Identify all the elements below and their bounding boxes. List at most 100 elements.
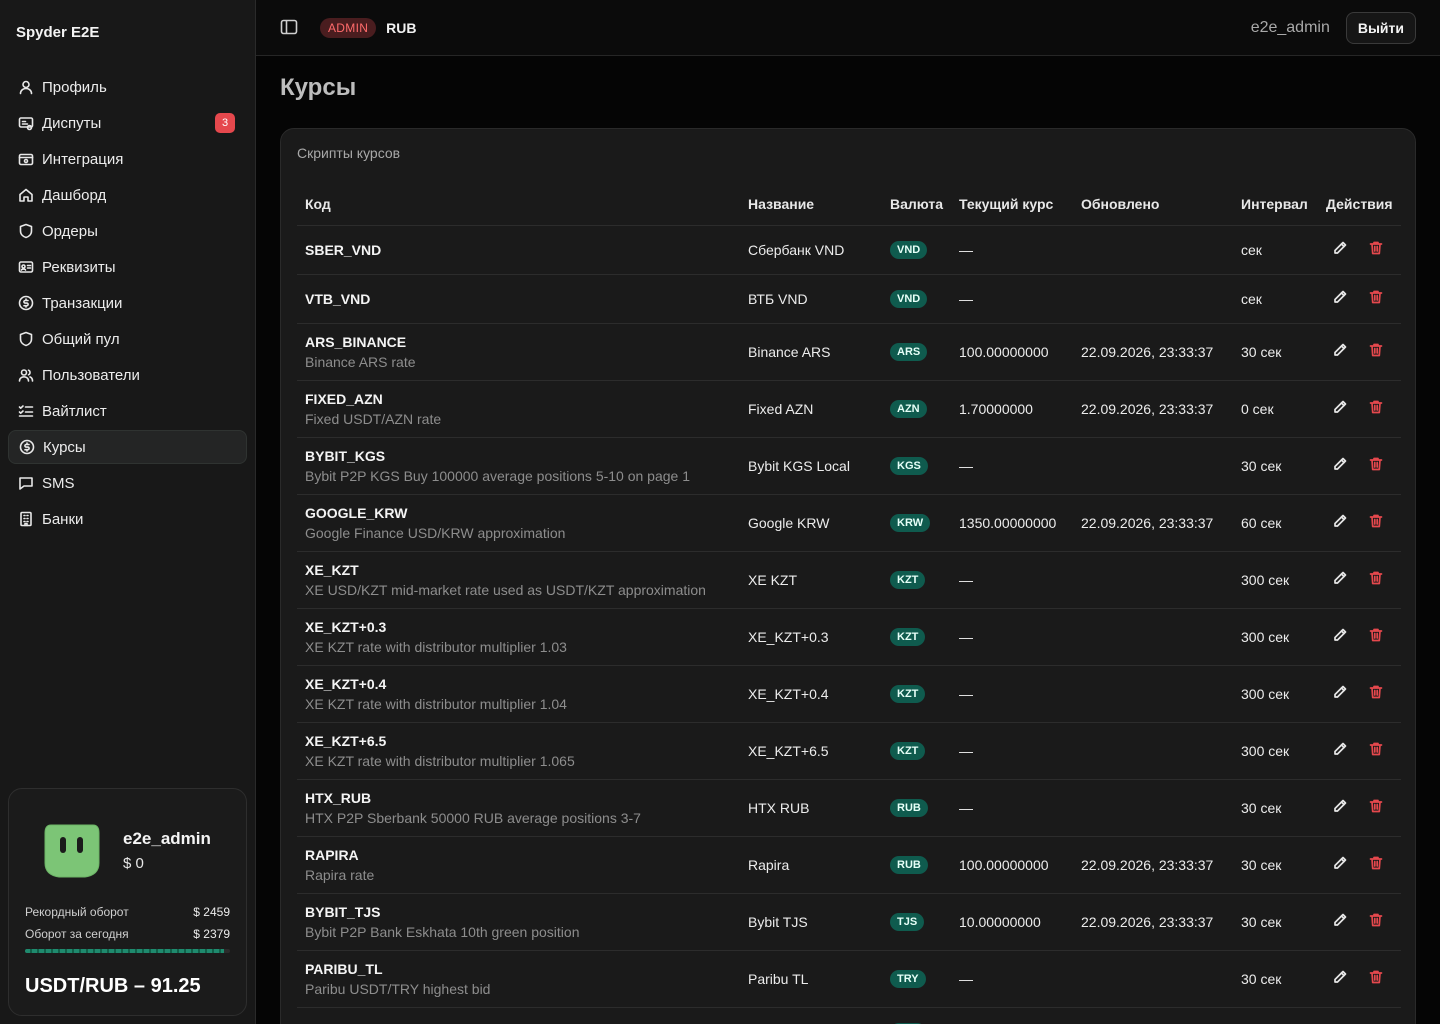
sidebar-item-1[interactable]: Диспуты 3 bbox=[8, 106, 247, 140]
home-icon bbox=[18, 187, 42, 203]
updated-at-cell: 22.09.2026, 23:33:37 bbox=[1073, 836, 1233, 894]
currency-badge: RUB bbox=[890, 799, 928, 817]
edit-icon[interactable] bbox=[1332, 342, 1348, 361]
record-turnover: Рекордный оборот $ 2459 bbox=[25, 905, 230, 919]
table-row[interactable]: SBER_VND Сбербанк VND VND — сек bbox=[297, 225, 1401, 275]
delete-icon[interactable] bbox=[1368, 969, 1384, 988]
table-row[interactable]: PARIBU_TL3 TRY bbox=[297, 1007, 1401, 1024]
delete-icon[interactable] bbox=[1368, 570, 1384, 589]
sidebar-item-9[interactable]: Вайтлист bbox=[8, 394, 247, 428]
edit-icon[interactable] bbox=[1332, 570, 1348, 589]
sidebar-item-0[interactable]: Профиль bbox=[8, 70, 247, 104]
current-rate-cell bbox=[951, 1007, 1073, 1024]
delete-icon[interactable] bbox=[1368, 912, 1384, 931]
delete-icon[interactable] bbox=[1368, 456, 1384, 475]
card-title: Скрипты курсов bbox=[297, 145, 401, 161]
sidebar-item-11[interactable]: SMS bbox=[8, 466, 247, 500]
table-row[interactable]: RAPIRA Rapira rate Rapira RUB 100.00000000 22… bbox=[297, 836, 1401, 894]
interval: 30 сек bbox=[1241, 913, 1282, 930]
table-row[interactable]: XE_KZT+0.3 XE KZT rate with distributor m… bbox=[297, 608, 1401, 666]
sidebar-item-4[interactable]: Ордеры bbox=[8, 214, 247, 248]
actions-cell bbox=[1318, 950, 1401, 1008]
delete-icon[interactable] bbox=[1368, 342, 1384, 361]
current-rate: — bbox=[959, 742, 973, 759]
script-name: Bybit KGS Local bbox=[748, 457, 850, 474]
current-rate: 1350.00000000 bbox=[959, 514, 1057, 531]
current-rate-cell: — bbox=[951, 722, 1073, 780]
table-row[interactable]: ARS_BINANCE Binance ARS rate Binance ARS AR… bbox=[297, 323, 1401, 381]
currency-badge-cell: KGS bbox=[882, 437, 951, 495]
rate-scripts-table: Код Название Валюта Текущий курс Обновлено Ин… bbox=[297, 183, 1401, 1024]
table-row[interactable]: BYBIT_TJS Bybit P2P Bank Eskhata 10th gre… bbox=[297, 893, 1401, 951]
delete-icon[interactable] bbox=[1368, 741, 1384, 760]
sidebar-item-10[interactable]: Курсы bbox=[8, 430, 247, 464]
edit-icon[interactable] bbox=[1332, 627, 1348, 646]
table-row[interactable]: PARIBU_TL Paribu USDT/TRY highest bid Pari… bbox=[297, 950, 1401, 1008]
script-code: BYBIT_KGS bbox=[305, 447, 386, 464]
delete-icon[interactable] bbox=[1368, 627, 1384, 646]
code-cell: BYBIT_KGS Bybit P2P KGS Buy 100000 averag… bbox=[297, 437, 740, 495]
edit-icon[interactable] bbox=[1332, 240, 1348, 259]
sidebar-item-5[interactable]: Реквизиты bbox=[8, 250, 247, 284]
table-row[interactable]: HTX_RUB HTX P2P Sberbank 50000 RUB averag… bbox=[297, 779, 1401, 837]
sidebar-item-label: Пользователи bbox=[42, 366, 140, 384]
updated-at-cell bbox=[1073, 779, 1233, 837]
table-row[interactable]: XE_KZT+0.4 XE KZT rate with distributor m… bbox=[297, 665, 1401, 723]
script-code: XE_KZT+0.4 bbox=[305, 675, 387, 692]
edit-icon[interactable] bbox=[1332, 684, 1348, 703]
interval: 300 сек bbox=[1241, 571, 1290, 588]
edit-icon[interactable] bbox=[1332, 456, 1348, 475]
shield-icon bbox=[18, 223, 42, 239]
actions-cell bbox=[1318, 1007, 1401, 1024]
delete-icon[interactable] bbox=[1368, 289, 1384, 308]
sidebar-item-2[interactable]: Интеграция bbox=[8, 142, 247, 176]
edit-icon[interactable] bbox=[1332, 513, 1348, 532]
delete-icon[interactable] bbox=[1368, 684, 1384, 703]
today-turnover: Оборот за сегодня $ 2379 bbox=[25, 927, 230, 941]
column-header: Обновлено bbox=[1073, 183, 1233, 226]
table-row[interactable]: FIXED_AZN Fixed USDT/AZN rate Fixed AZN AZN… bbox=[297, 380, 1401, 438]
edit-icon[interactable] bbox=[1332, 399, 1348, 418]
delete-icon[interactable] bbox=[1368, 798, 1384, 817]
sidebar-item-8[interactable]: Пользователи bbox=[8, 358, 247, 392]
delete-icon[interactable] bbox=[1368, 240, 1384, 259]
current-rate-cell: — bbox=[951, 274, 1073, 324]
table-row[interactable]: GOOGLE_KRW Google Finance USD/KRW approxi… bbox=[297, 494, 1401, 552]
edit-icon[interactable] bbox=[1332, 741, 1348, 760]
edit-icon[interactable] bbox=[1332, 798, 1348, 817]
edit-icon[interactable] bbox=[1332, 912, 1348, 931]
sidebar-item-6[interactable]: Транзакции bbox=[8, 286, 247, 320]
logout-button[interactable]: Выйти bbox=[1345, 11, 1416, 44]
current-rate: — bbox=[959, 571, 973, 588]
updated-at-cell bbox=[1073, 950, 1233, 1008]
sidebar-item-label: Дашборд bbox=[42, 186, 107, 204]
users-icon bbox=[18, 367, 42, 383]
script-name-cell: HTX RUB bbox=[740, 779, 882, 837]
edit-icon[interactable] bbox=[1332, 969, 1348, 988]
sidebar-item-7[interactable]: Общий пул bbox=[8, 322, 247, 356]
code-cell: XE_KZT+0.4 XE KZT rate with distributor m… bbox=[297, 665, 740, 723]
current-rate-cell: — bbox=[951, 779, 1073, 837]
interval: 60 сек bbox=[1241, 514, 1282, 531]
sidebar-toggle-icon[interactable] bbox=[280, 18, 300, 38]
role-badge: ADMIN bbox=[320, 17, 377, 38]
actions-cell bbox=[1318, 225, 1401, 275]
interval: 30 сек bbox=[1241, 457, 1282, 474]
table-row[interactable]: XE_KZT+6.5 XE KZT rate with distributor m… bbox=[297, 722, 1401, 780]
delete-icon[interactable] bbox=[1368, 399, 1384, 418]
table-row[interactable]: VTB_VND ВТБ VND VND — сек bbox=[297, 274, 1401, 324]
currency-badge-cell: VND bbox=[882, 225, 951, 275]
table-row[interactable]: BYBIT_KGS Bybit P2P KGS Buy 100000 averag… bbox=[297, 437, 1401, 495]
table-row[interactable]: XE_KZT XE USD/KZT mid-market rate used as… bbox=[297, 551, 1401, 609]
current-rate: 100.00000000 bbox=[959, 856, 1049, 873]
edit-icon[interactable] bbox=[1332, 289, 1348, 308]
script-description: HTX P2P Sberbank 50000 RUB average posit… bbox=[305, 809, 641, 826]
sidebar-item-3[interactable]: Дашборд bbox=[8, 178, 247, 212]
delete-icon[interactable] bbox=[1368, 513, 1384, 532]
edit-icon[interactable] bbox=[1332, 855, 1348, 874]
interval-cell: 300 сек bbox=[1233, 665, 1318, 723]
script-code: HTX_RUB bbox=[305, 789, 372, 806]
script-description: XE KZT rate with distributor multiplier … bbox=[305, 638, 567, 655]
delete-icon[interactable] bbox=[1368, 855, 1384, 874]
sidebar-item-12[interactable]: Банки bbox=[8, 502, 247, 536]
